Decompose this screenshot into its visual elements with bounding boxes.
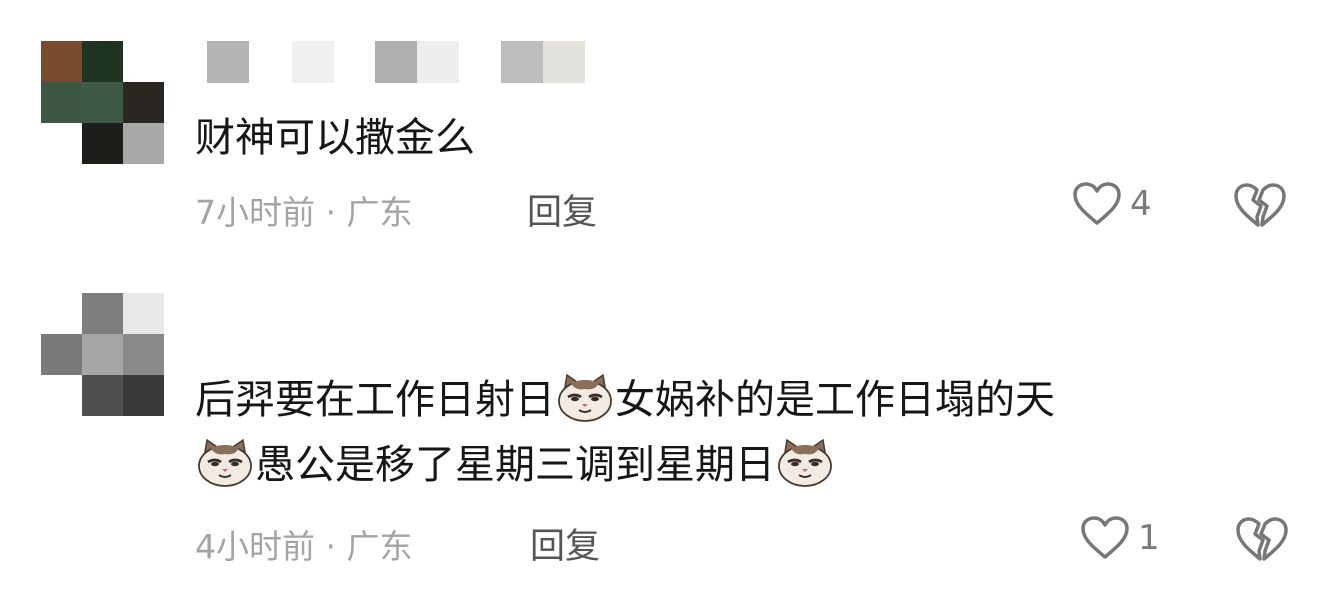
- like-count: 4: [1130, 184, 1152, 224]
- username-pixel: [501, 41, 543, 83]
- avatar-pixel: [41, 293, 82, 334]
- avatar-pixel: [123, 41, 164, 82]
- comment-item: 财神可以撒金么 7小时前 · 广东 回复 4: [0, 0, 1340, 260]
- broken-heart-icon: [1235, 517, 1289, 567]
- avatar-pixel: [123, 293, 164, 334]
- comment-text-line-1: 后羿要在工作日射日 女娲补的是工作日塌的天: [195, 370, 1055, 430]
- smug-cat-emoji-icon: [557, 373, 613, 423]
- heart-outline-icon: [1080, 515, 1130, 561]
- avatar-pixel: [41, 375, 82, 416]
- heart-outline-icon: [1072, 181, 1122, 227]
- avatar[interactable]: [41, 293, 165, 417]
- avatar-pixel: [82, 375, 123, 416]
- like-button[interactable]: 1: [1080, 515, 1160, 561]
- avatar-pixel: [41, 123, 82, 164]
- avatar-pixel: [123, 82, 164, 123]
- username-pixel: [207, 41, 249, 83]
- comment-time-location: 4小时前 · 广东: [195, 527, 413, 566]
- smug-cat-emoji-icon: [777, 438, 833, 488]
- comment-text-segment: 愚公是移了星期三调到星期日: [255, 442, 775, 488]
- comment-text-segment: 后羿要在工作日射日: [195, 377, 555, 423]
- like-button[interactable]: 4: [1072, 181, 1152, 227]
- avatar-pixel: [123, 123, 164, 164]
- broken-heart-icon: [1233, 183, 1287, 233]
- avatar-pixel: [123, 334, 164, 375]
- comment-text-line-2: 愚公是移了星期三调到星期日: [195, 435, 835, 495]
- dislike-button[interactable]: [1233, 181, 1287, 233]
- avatar-pixel: [41, 334, 82, 375]
- dislike-button[interactable]: [1235, 515, 1289, 567]
- username-pixel: [417, 41, 459, 83]
- avatar-pixel: [41, 82, 82, 123]
- avatar-pixel: [82, 293, 123, 334]
- comment-item: 后羿要在工作日射日 女娲补的是工作日塌的天 愚公是移了星期三调到星期日 4小时前…: [0, 290, 1340, 590]
- avatar-pixel: [82, 41, 123, 82]
- avatar[interactable]: [41, 41, 165, 165]
- avatar-pixel: [82, 82, 123, 123]
- avatar-pixel: [82, 123, 123, 164]
- like-count: 1: [1138, 518, 1160, 558]
- avatar-pixel: [123, 375, 164, 416]
- username-pixel: [375, 41, 417, 83]
- reply-button[interactable]: 回复: [527, 184, 597, 235]
- comment-text-segment: 女娲补的是工作日塌的天: [615, 377, 1055, 423]
- smug-cat-emoji-icon: [197, 438, 253, 488]
- comment-text: 财神可以撒金么: [195, 115, 475, 161]
- username-pixel: [543, 41, 585, 83]
- avatar-pixel: [82, 334, 123, 375]
- avatar-pixel: [41, 41, 82, 82]
- reply-button[interactable]: 回复: [530, 518, 600, 569]
- username-pixel: [292, 41, 334, 83]
- comment-time-location: 7小时前 · 广东: [195, 193, 413, 232]
